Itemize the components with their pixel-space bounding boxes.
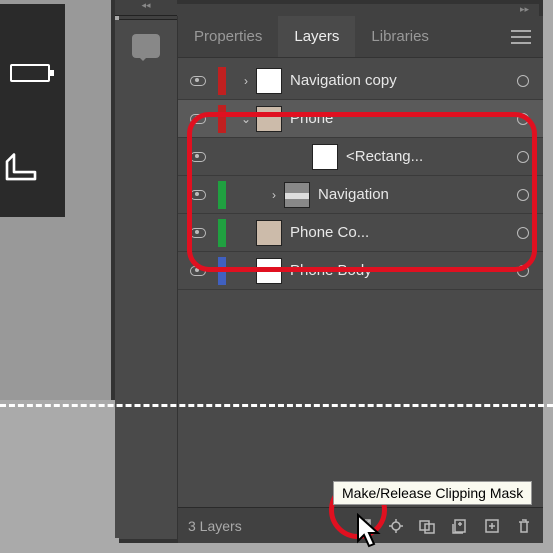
comment-icon[interactable]	[132, 34, 160, 58]
disclosure-triangle[interactable]: ›	[264, 188, 284, 202]
canvas-area	[0, 0, 115, 400]
layer-name[interactable]: Navigation	[318, 186, 511, 203]
target-icon[interactable]	[517, 189, 529, 201]
layer-list: › Navigation copy ⌄ Phone <Rectang... › Naviga…	[178, 58, 543, 290]
layer-thumbnail	[256, 220, 282, 246]
target-icon[interactable]	[517, 151, 529, 163]
delete-layer-button[interactable]	[515, 517, 533, 535]
visibility-toggle[interactable]	[178, 266, 218, 276]
tab-properties[interactable]: Properties	[178, 16, 278, 57]
layer-thumbnail	[256, 106, 282, 132]
footer-icons	[355, 517, 533, 535]
visibility-toggle[interactable]	[178, 228, 218, 238]
layer-row[interactable]: › Navigation	[178, 176, 543, 214]
layer-name[interactable]: Navigation copy	[290, 72, 511, 89]
panel-footer: 3 Layers	[178, 507, 543, 543]
layer-thumbnail	[312, 144, 338, 170]
panel-tabs: Properties Layers Libraries	[178, 16, 543, 58]
visibility-toggle[interactable]	[178, 152, 218, 162]
disclosure-triangle[interactable]: ›	[236, 74, 256, 88]
layer-color-bar	[218, 67, 226, 95]
export-icon[interactable]	[355, 517, 373, 535]
new-sublayer-button[interactable]	[451, 517, 469, 535]
layer-name[interactable]: Phone Co...	[290, 224, 511, 241]
layer-name[interactable]: Phone Body	[290, 262, 511, 279]
artboard-dark	[0, 4, 65, 217]
layer-name[interactable]: <Rectang...	[346, 148, 511, 165]
new-layer-button[interactable]	[483, 517, 501, 535]
locate-object-icon[interactable]	[387, 517, 405, 535]
layers-panel: Properties Layers Libraries › Navigation …	[177, 16, 543, 543]
tooltip: Make/Release Clipping Mask	[333, 481, 532, 505]
target-icon[interactable]	[517, 227, 529, 239]
layer-thumbnail	[256, 258, 282, 284]
tab-libraries[interactable]: Libraries	[355, 16, 445, 57]
layer-thumbnail	[284, 182, 310, 208]
layer-thumbnail	[256, 68, 282, 94]
panel-menu-icon[interactable]	[511, 30, 531, 44]
target-icon[interactable]	[517, 265, 529, 277]
layer-row[interactable]: ⌄ Phone	[178, 100, 543, 138]
visibility-toggle[interactable]	[178, 76, 218, 86]
layer-row[interactable]: Phone Co...	[178, 214, 543, 252]
side-toolbar	[115, 20, 177, 538]
visibility-toggle[interactable]	[178, 190, 218, 200]
battery-icon	[10, 64, 50, 82]
clipping-mask-button[interactable]	[419, 517, 437, 535]
layer-color-bar	[218, 219, 226, 247]
layer-color-bar	[218, 143, 226, 171]
layer-count: 3 Layers	[188, 518, 242, 534]
hand-icon	[0, 144, 42, 186]
layer-row[interactable]: Phone Body	[178, 252, 543, 290]
disclosure-triangle[interactable]: ⌄	[236, 112, 256, 126]
layer-row[interactable]: <Rectang...	[178, 138, 543, 176]
tab-layers[interactable]: Layers	[278, 16, 355, 57]
layer-color-bar	[218, 181, 226, 209]
layer-color-bar	[218, 105, 226, 133]
target-icon[interactable]	[517, 75, 529, 87]
target-icon[interactable]	[517, 113, 529, 125]
visibility-toggle[interactable]	[178, 114, 218, 124]
annotation-divider	[0, 404, 553, 407]
toolbar-collapse[interactable]: ◂◂	[115, 0, 177, 16]
layer-row[interactable]: › Navigation copy	[178, 62, 543, 100]
layer-name[interactable]: Phone	[290, 110, 511, 127]
layer-color-bar	[218, 257, 226, 285]
